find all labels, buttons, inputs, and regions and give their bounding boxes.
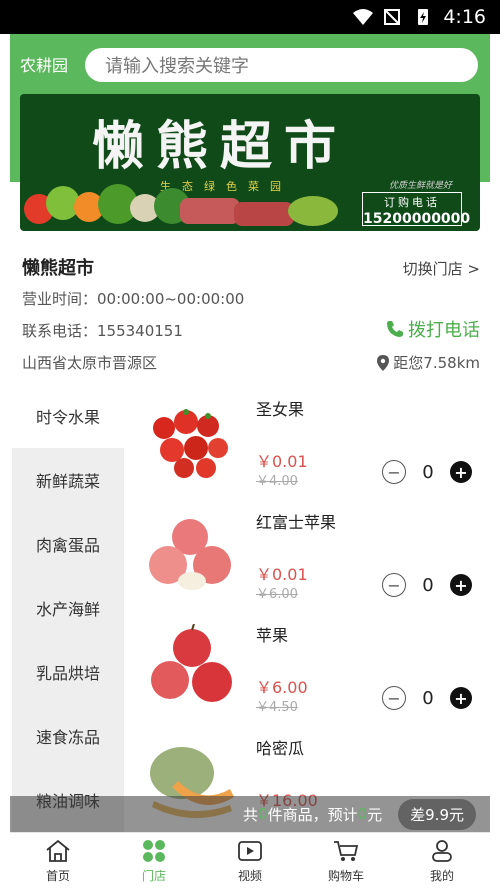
product-name: 圣女果 bbox=[256, 400, 305, 419]
product-name: 红富士苹果 bbox=[256, 513, 337, 532]
tab-label: 购物车 bbox=[327, 869, 364, 883]
category-sidebar: 时令水果 新鲜蔬菜 肉禽蛋品 水产海鲜 乳品烘培 速食冻品 粮油调味 bbox=[12, 384, 124, 832]
cart-summary-suffix: 元 bbox=[367, 805, 383, 824]
min-order-diff-button[interactable]: 差9.9元 bbox=[398, 798, 476, 830]
tab-label: 视频 bbox=[237, 869, 262, 883]
order-phone-number: 15200000000 bbox=[363, 211, 471, 227]
location-pin-icon bbox=[377, 354, 390, 371]
minus-button[interactable]: − bbox=[382, 573, 406, 597]
product-old-price: ￥4.50 bbox=[256, 700, 298, 715]
plus-button[interactable]: + bbox=[450, 461, 472, 483]
product-name: 苹果 bbox=[256, 626, 289, 645]
cart-summary-mid: 件商品，预计 bbox=[267, 805, 358, 824]
video-icon bbox=[238, 841, 262, 861]
right-margin bbox=[490, 34, 500, 890]
product-old-price: ￥6.00 bbox=[256, 587, 298, 602]
search-input[interactable]: 请输入搜索关键字 bbox=[85, 48, 478, 82]
product-price: ￥0.01 bbox=[256, 565, 308, 584]
promo-banner[interactable]: 懒熊超市 生态绿色菜园 优质生鲜就是好 订购电话 15200000000 bbox=[20, 94, 480, 231]
bottom-tab-bar: 首页 门店 视频 购物车 我的 bbox=[10, 832, 490, 890]
cart-item-count: 0 bbox=[258, 805, 268, 823]
order-phone-label: 订购电话 bbox=[384, 196, 440, 209]
cart-summary-prefix: 共 bbox=[243, 805, 259, 824]
quantity-value: 0 bbox=[422, 687, 434, 709]
search-placeholder: 请输入搜索关键字 bbox=[105, 56, 249, 77]
contact-phone: 联系电话：155340151 bbox=[22, 322, 183, 340]
store-name: 懒熊超市 bbox=[22, 258, 94, 279]
cart-icon bbox=[334, 841, 359, 861]
category-item[interactable]: 速食冻品 bbox=[12, 704, 124, 768]
product-price: ￥0.01 bbox=[256, 452, 308, 471]
product-item[interactable]: 红富士苹果 ￥0.01 ￥6.00 − 0 + bbox=[124, 497, 490, 610]
tab-profile[interactable]: 我的 bbox=[394, 833, 490, 890]
product-price: ￥6.00 bbox=[256, 678, 308, 697]
banner-title: 懒熊超市 bbox=[91, 116, 348, 177]
fuji-apple-image bbox=[149, 519, 231, 590]
order-phone-box: 订购电话 15200000000 bbox=[362, 192, 471, 227]
store-icon bbox=[143, 840, 165, 862]
tab-label: 我的 bbox=[429, 869, 454, 883]
business-hours: 营业时间：00:00:00~00:00:00 bbox=[22, 290, 245, 308]
plus-button[interactable]: + bbox=[450, 687, 472, 709]
left-margin bbox=[0, 34, 10, 890]
quantity-stepper: − 0 + bbox=[382, 686, 472, 710]
banner-slogan-secondary: 优质生鲜就是好 bbox=[388, 181, 452, 191]
quantity-value: 0 bbox=[422, 461, 434, 483]
status-bar: 4:16 bbox=[0, 0, 500, 34]
wifi-icon bbox=[353, 9, 374, 25]
tab-store[interactable]: 门店 bbox=[106, 833, 202, 890]
product-item[interactable]: 圣女果 ￥0.01 ￥4.00 − 0 + bbox=[124, 384, 490, 497]
no-signal-icon bbox=[384, 9, 401, 25]
store-address: 山西省太原市晋源区 bbox=[22, 354, 158, 372]
tab-label: 门店 bbox=[141, 869, 166, 883]
phone-icon bbox=[387, 321, 403, 337]
call-button-label: 拨打电话 bbox=[408, 320, 480, 341]
store-info: 懒熊超市 切换门店 > 营业时间：00:00:00~00:00:00 联系电话：… bbox=[10, 240, 490, 380]
apple-image bbox=[151, 624, 232, 702]
call-button[interactable]: 拨打电话 bbox=[386, 316, 480, 342]
store-distance: 距您7.58km bbox=[377, 352, 480, 373]
quantity-value: 0 bbox=[422, 574, 434, 596]
distance-text: 距您7.58km bbox=[393, 354, 480, 372]
product-list: 圣女果 ￥0.01 ￥4.00 − 0 + 红富士苹果 ￥0.01 ￥6.00 … bbox=[124, 384, 490, 832]
product-item[interactable]: 苹果 ￥6.00 ￥4.50 − 0 + bbox=[124, 610, 490, 723]
product-old-price: ￥4.00 bbox=[256, 474, 298, 489]
plus-button[interactable]: + bbox=[450, 574, 472, 596]
tab-label: 首页 bbox=[45, 869, 70, 883]
status-time: 4:16 bbox=[443, 6, 486, 28]
battery-icon bbox=[418, 9, 429, 25]
product-name: 哈密瓜 bbox=[256, 739, 305, 758]
home-icon bbox=[46, 839, 70, 862]
tab-home[interactable]: 首页 bbox=[10, 833, 106, 890]
category-item[interactable]: 新鲜蔬菜 bbox=[12, 448, 124, 512]
category-item[interactable]: 时令水果 bbox=[12, 384, 124, 448]
cart-summary-bar: 共 0 件商品，预计 0 元 差9.9元 bbox=[10, 796, 490, 832]
category-item[interactable]: 乳品烘培 bbox=[12, 640, 124, 704]
tab-video[interactable]: 视频 bbox=[202, 833, 298, 890]
cart-total: 0 bbox=[357, 805, 368, 823]
minus-button[interactable]: − bbox=[382, 686, 406, 710]
user-icon bbox=[432, 840, 452, 862]
category-item[interactable]: 水产海鲜 bbox=[12, 576, 124, 640]
tab-cart[interactable]: 购物车 bbox=[298, 833, 394, 890]
minus-button[interactable]: − bbox=[382, 460, 406, 484]
category-item[interactable]: 肉禽蛋品 bbox=[12, 512, 124, 576]
switch-store-button[interactable]: 切换门店 > bbox=[403, 258, 480, 279]
quantity-stepper: − 0 + bbox=[382, 460, 472, 484]
cherry-tomato-image bbox=[153, 409, 228, 478]
location-selector[interactable]: 农耕园 bbox=[20, 52, 68, 76]
quantity-stepper: − 0 + bbox=[382, 573, 472, 597]
